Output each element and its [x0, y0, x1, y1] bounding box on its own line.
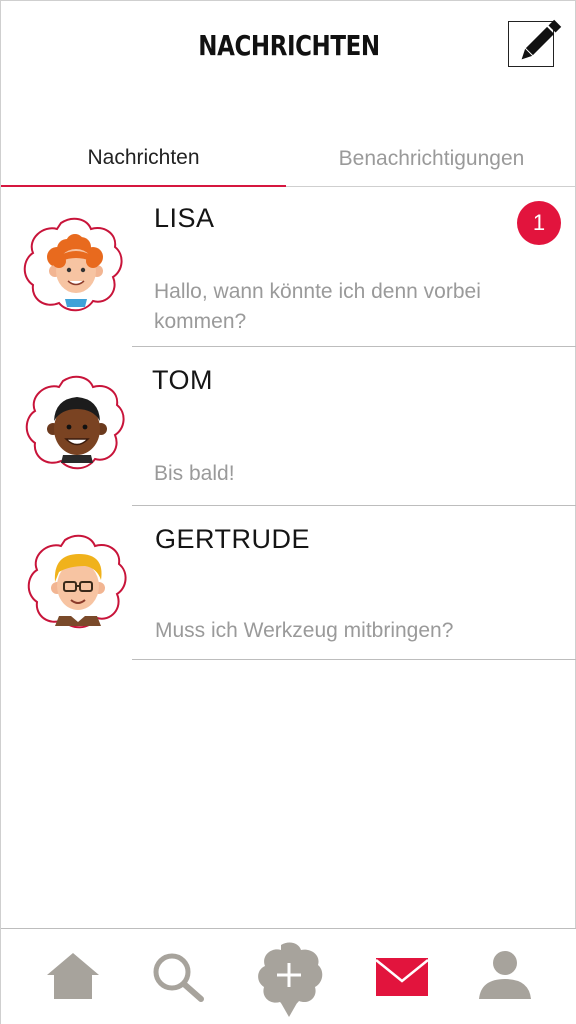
search-icon[interactable]: [151, 951, 205, 1003]
message-preview: Hallo, wann könnte ich denn vorbei komme…: [154, 280, 481, 333]
app-screen: NACHRICHTEN Nachrichten Benachrichtigung…: [0, 0, 576, 1024]
conversation-item-gertrude[interactable]: GERTRUDE Muss ich Werkzeug mitbringen?: [1, 506, 576, 661]
profile-icon[interactable]: [477, 949, 533, 1001]
tab-benachrichtigungen[interactable]: Benachrichtigungen: [286, 131, 576, 187]
divider: [132, 659, 576, 660]
tab-bar: Nachrichten Benachrichtigungen: [1, 131, 576, 187]
conversation-item-lisa[interactable]: LISA 1 Hallo, wann könnte ich denn vorbe…: [1, 187, 576, 347]
mail-icon[interactable]: [375, 957, 429, 997]
home-icon[interactable]: [45, 951, 101, 1001]
red-curly-hair-avatar: [23, 217, 123, 312]
tab-nachrichten[interactable]: Nachrichten: [1, 131, 286, 187]
bottom-nav: [1, 928, 576, 1024]
contact-name: GERTRUDE: [155, 524, 311, 554]
dark-skin-avatar: [25, 375, 125, 470]
contact-name: LISA: [154, 203, 215, 233]
unread-badge: 1: [517, 201, 561, 245]
compose-button[interactable]: [508, 19, 562, 67]
conversation-item-tom[interactable]: TOM Bis bald!: [1, 347, 576, 506]
add-post-icon[interactable]: [255, 941, 323, 1019]
page-title: NACHRICHTEN: [198, 29, 380, 62]
pencil-icon: [521, 19, 562, 60]
blonde-glasses-avatar: [27, 534, 127, 629]
contact-name: TOM: [152, 365, 213, 395]
message-preview: Bis bald!: [154, 462, 235, 485]
message-preview: Muss ich Werkzeug mitbringen?: [155, 619, 454, 642]
